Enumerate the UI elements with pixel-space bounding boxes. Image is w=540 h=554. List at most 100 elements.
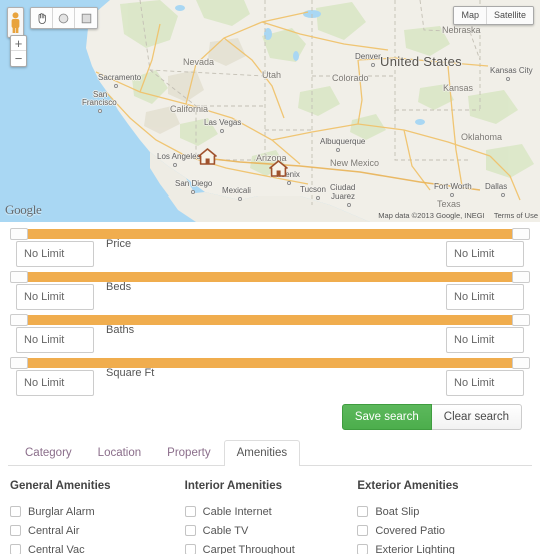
property-marker-phoenix[interactable] xyxy=(269,160,288,177)
amenity-checkbox-row[interactable]: Cable Internet xyxy=(184,504,358,519)
slider-handle-min[interactable] xyxy=(10,357,28,369)
map-top-controls[interactable] xyxy=(7,7,98,38)
checkbox-icon[interactable] xyxy=(357,525,369,536)
min-limit-input[interactable] xyxy=(16,370,94,396)
checkbox-icon[interactable] xyxy=(10,525,21,536)
zoom-in-button[interactable]: + xyxy=(11,36,26,51)
slider-track[interactable] xyxy=(18,229,522,239)
checkbox-icon[interactable] xyxy=(357,544,369,554)
tab-property[interactable]: Property xyxy=(154,440,223,466)
range-slider-0[interactable] xyxy=(8,228,532,240)
checkbox-icon[interactable] xyxy=(10,544,21,554)
filter-sliders: Price Beds Baths Square Ft Save search Clea… xyxy=(0,222,540,430)
city-dot xyxy=(238,197,242,201)
slider-label: Beds xyxy=(106,281,132,293)
slider-handle-min[interactable] xyxy=(10,314,28,326)
city-dot xyxy=(450,193,454,197)
amenity-label: Boat Slip xyxy=(375,505,420,518)
amenity-column-title: Interior Amenities xyxy=(184,480,282,492)
map-container[interactable]: Nevada Utah California Arizona Colorado Nebra… xyxy=(0,0,540,222)
checkbox-icon[interactable] xyxy=(184,525,196,536)
checkbox-icon[interactable] xyxy=(10,506,21,517)
range-slider-1[interactable] xyxy=(8,271,532,283)
property-marker-los-angeles[interactable] xyxy=(198,148,217,165)
filter-tabs[interactable]: Category Location Property Amenities xyxy=(8,440,532,466)
city-dot xyxy=(287,181,291,185)
min-limit-input[interactable] xyxy=(16,284,94,310)
min-limit-input[interactable] xyxy=(16,241,94,267)
tab-category[interactable]: Category xyxy=(12,440,85,466)
slider-handle-max[interactable] xyxy=(512,314,530,326)
amenity-column-interior-amenities: Interior Amenities Cable Internet Cable TV… xyxy=(184,480,358,554)
amenity-label: Covered Patio xyxy=(375,524,446,537)
slider-track[interactable] xyxy=(18,358,522,368)
slider-track[interactable] xyxy=(18,315,522,325)
amenity-label: Carpet Throughout xyxy=(202,543,295,554)
save-search-button[interactable]: Save search xyxy=(341,404,432,430)
max-limit-input[interactable] xyxy=(446,241,524,267)
checkbox-icon[interactable] xyxy=(184,506,196,517)
square-glyph xyxy=(81,13,91,23)
amenity-label: Burglar Alarm xyxy=(28,505,95,518)
zoom-out-button[interactable]: − xyxy=(11,51,26,66)
amenity-column-exterior-amenities: Exterior Amenities Boat Slip Covered Patio… xyxy=(357,480,532,554)
amenity-checkbox-row[interactable]: Burglar Alarm xyxy=(10,504,185,519)
max-limit-input[interactable] xyxy=(446,370,524,396)
checkbox-icon[interactable] xyxy=(357,506,369,517)
amenity-label: Central Air xyxy=(28,524,80,537)
pegman-glyph xyxy=(11,11,20,33)
range-slider-2[interactable] xyxy=(8,314,532,326)
amenity-checkbox-row[interactable]: Carpet Throughout xyxy=(184,542,358,554)
amenity-label: Exterior Lighting xyxy=(375,543,455,554)
slider-handle-min[interactable] xyxy=(10,228,28,240)
square-icon[interactable] xyxy=(75,8,97,28)
amenity-checkbox-row[interactable]: Cable TV xyxy=(184,523,358,538)
slider-handle-min[interactable] xyxy=(10,271,28,283)
amenity-label: Central Vac xyxy=(28,543,85,554)
amenity-column-title: Exterior Amenities xyxy=(357,480,459,492)
range-slider-3[interactable] xyxy=(8,357,532,369)
slider-handle-max[interactable] xyxy=(512,357,530,369)
city-dot xyxy=(371,63,375,67)
map-type-satellite-button[interactable]: Satellite xyxy=(485,7,533,24)
house-icon xyxy=(198,148,217,165)
hand-pan-icon[interactable] xyxy=(31,8,53,28)
hand-glyph xyxy=(38,13,46,24)
amenity-label: Cable TV xyxy=(202,524,249,537)
slider-handle-max[interactable] xyxy=(512,271,530,283)
city-dot xyxy=(109,101,113,105)
zoom-control[interactable]: + − xyxy=(10,35,27,67)
slider-track[interactable] xyxy=(18,272,522,282)
city-dot xyxy=(506,77,510,81)
house-icon xyxy=(269,160,288,177)
street-view-pegman-icon[interactable] xyxy=(7,7,24,38)
circle-icon[interactable] xyxy=(53,8,75,28)
max-limit-input[interactable] xyxy=(446,284,524,310)
min-limit-input[interactable] xyxy=(16,327,94,353)
amenity-checkbox-row[interactable]: Central Air xyxy=(10,523,185,538)
amenity-checkbox-row[interactable]: Central Vac xyxy=(10,542,185,554)
tab-location[interactable]: Location xyxy=(85,440,154,466)
max-limit-input[interactable] xyxy=(446,327,524,353)
map-type-control[interactable]: Map Satellite xyxy=(453,6,534,25)
amenities-panel: General Amenities Burglar Alarm Central Ai… xyxy=(0,466,540,554)
amenity-column-general-amenities: General Amenities Burglar Alarm Central Ai… xyxy=(10,480,185,554)
city-dot xyxy=(114,84,118,88)
clear-search-button[interactable]: Clear search xyxy=(431,404,522,430)
slider-inputs-1: Beds xyxy=(8,281,532,310)
slider-group-beds: Beds xyxy=(8,271,532,310)
map-attribution: Map data ©2013 Google, INEGI Terms of Us… xyxy=(378,211,538,220)
map-mode-controls[interactable] xyxy=(30,7,98,29)
amenity-column-title: General Amenities xyxy=(10,480,111,492)
terms-of-use-link[interactable]: Terms of Use xyxy=(494,211,538,220)
tab-amenities[interactable]: Amenities xyxy=(223,440,301,466)
map-type-map-button[interactable]: Map xyxy=(454,7,486,24)
amenity-label: Cable Internet xyxy=(202,505,272,518)
slider-handle-max[interactable] xyxy=(512,228,530,240)
amenity-checkbox-row[interactable]: Exterior Lighting xyxy=(357,542,532,554)
amenity-checkbox-row[interactable]: Boat Slip xyxy=(357,504,532,519)
amenity-checkbox-row[interactable]: Covered Patio xyxy=(357,523,532,538)
checkbox-icon[interactable] xyxy=(184,544,196,554)
slider-label: Price xyxy=(106,238,132,250)
city-dot xyxy=(336,148,340,152)
